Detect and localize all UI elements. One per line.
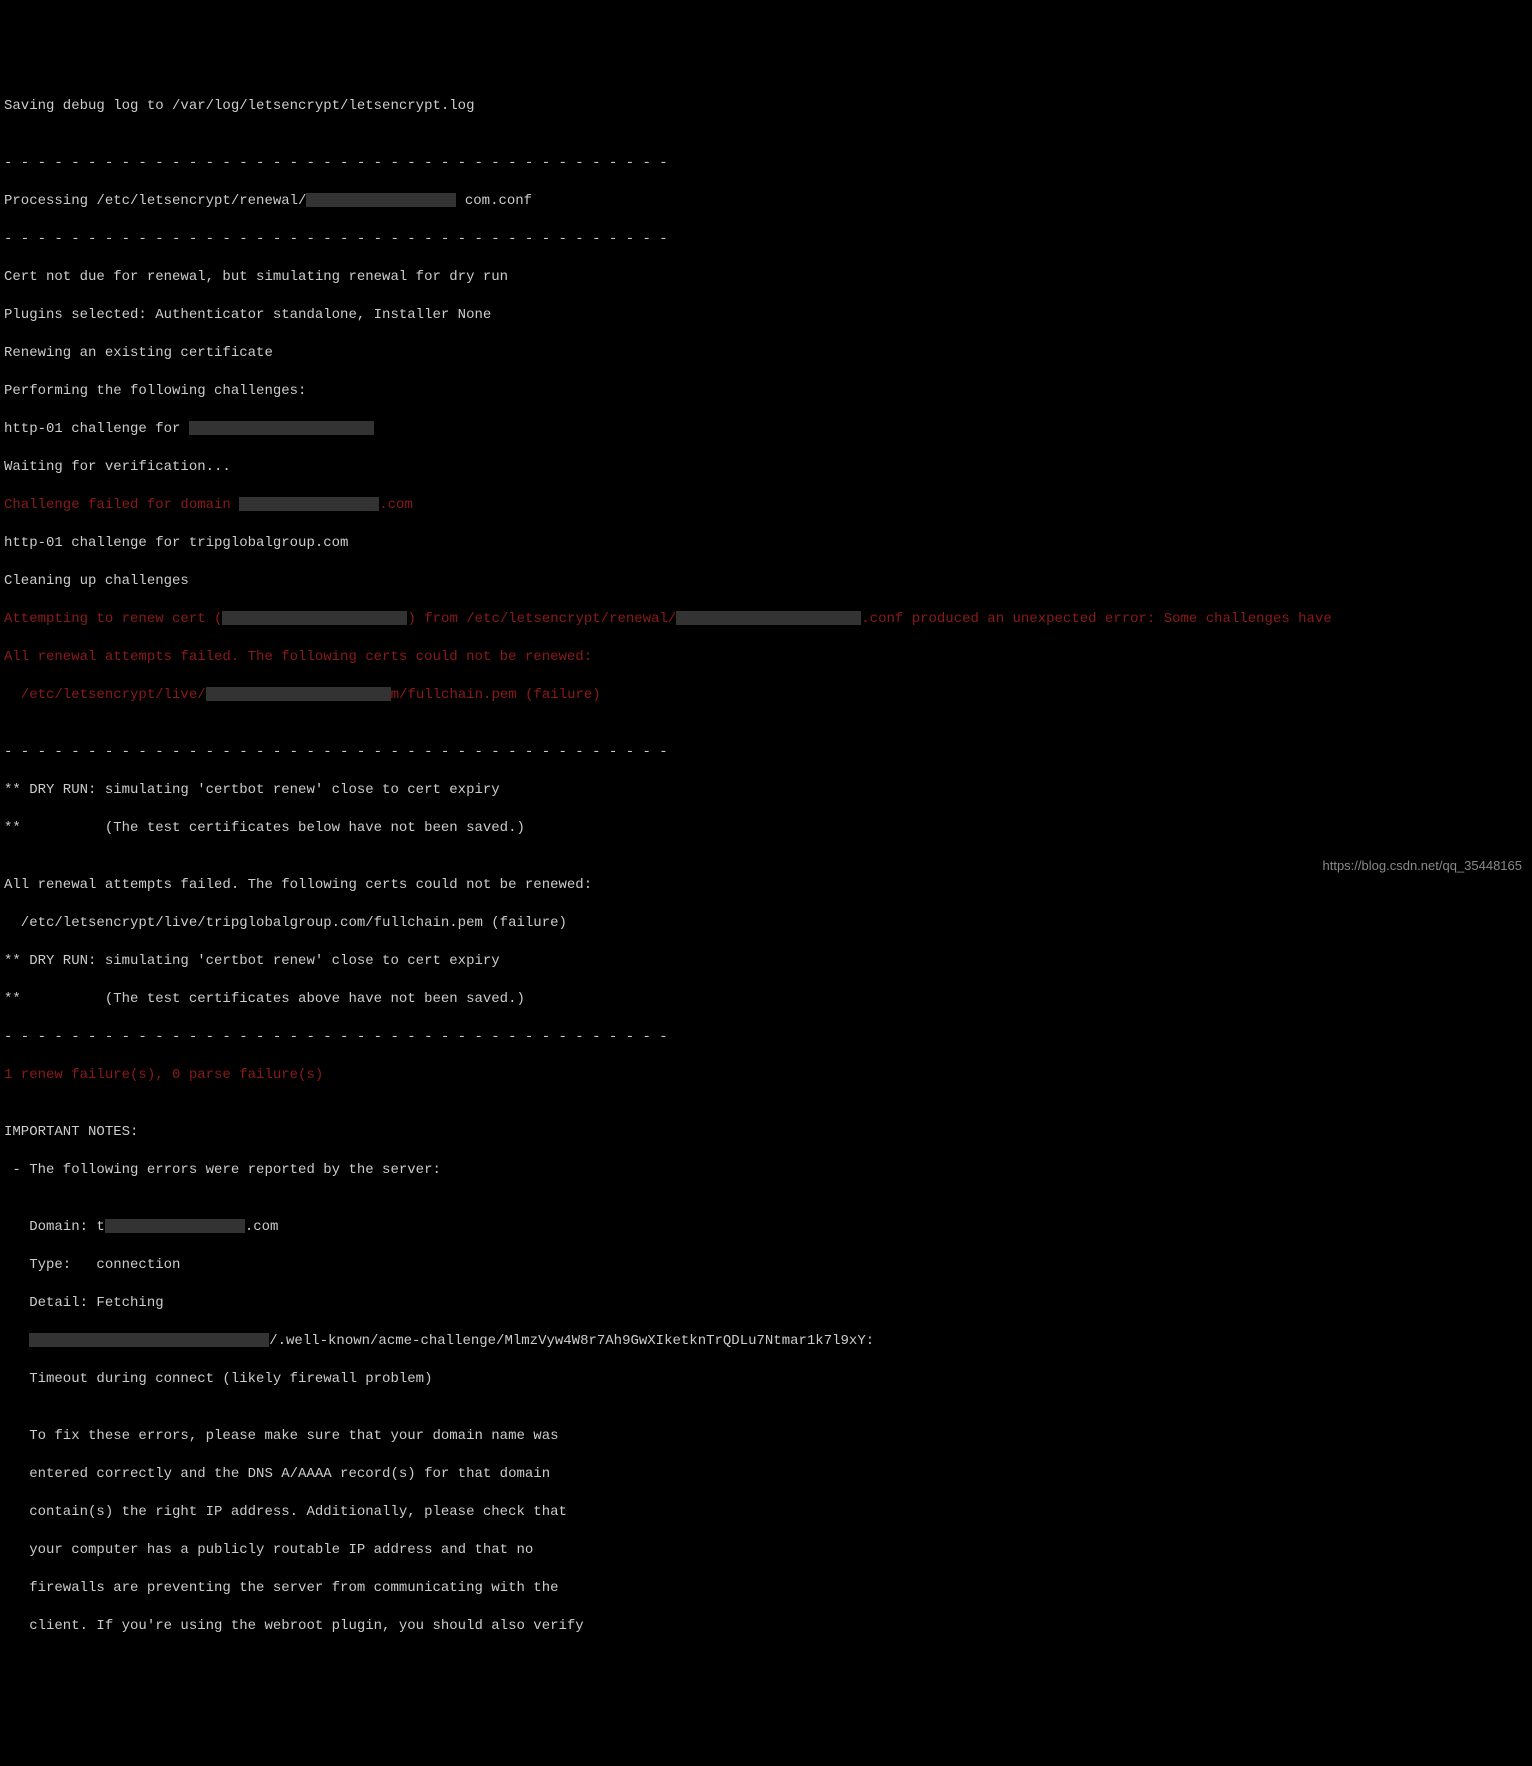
text-fragment: .com bbox=[379, 497, 413, 513]
redacted-url bbox=[29, 1333, 269, 1347]
redacted-domain bbox=[306, 193, 456, 207]
log-line: ** DRY RUN: simulating 'certbot renew' c… bbox=[4, 952, 1528, 971]
log-line: Renewing an existing certificate bbox=[4, 344, 1528, 363]
log-line: - The following errors were reported by … bbox=[4, 1161, 1528, 1180]
text-fragment: /.well-known/acme-challenge/MlmzVyw4W8r7… bbox=[269, 1333, 874, 1349]
error-line: All renewal attempts failed. The followi… bbox=[4, 648, 1528, 667]
text-fragment: ) from /etc/letsencrypt/renewal/ bbox=[407, 611, 676, 627]
text-fragment: Challenge failed for domain bbox=[4, 497, 239, 513]
log-line: /etc/letsencrypt/live/tripglobalgroup.co… bbox=[4, 914, 1528, 933]
log-line: Type: connection bbox=[4, 1256, 1528, 1275]
text-fragment: m/fullchain.pem (failure) bbox=[391, 687, 601, 703]
redacted-domain bbox=[105, 1219, 245, 1233]
log-line: entered correctly and the DNS A/AAAA rec… bbox=[4, 1465, 1528, 1484]
log-line: client. If you're using the webroot plug… bbox=[4, 1617, 1528, 1636]
log-line: Domain: t .com bbox=[4, 1218, 1528, 1237]
log-line: Plugins selected: Authenticator standalo… bbox=[4, 306, 1528, 325]
text-fragment: .com bbox=[245, 1219, 279, 1235]
log-line: http-01 challenge for bbox=[4, 420, 1528, 439]
text-fragment bbox=[4, 1333, 29, 1349]
redacted-domain bbox=[239, 497, 379, 511]
log-line: http-01 challenge for tripglobalgroup.co… bbox=[4, 534, 1528, 553]
log-line: ** DRY RUN: simulating 'certbot renew' c… bbox=[4, 781, 1528, 800]
log-line: All renewal attempts failed. The followi… bbox=[4, 876, 1528, 895]
log-line: ** (The test certificates below have not… bbox=[4, 819, 1528, 838]
divider-line: - - - - - - - - - - - - - - - - - - - - … bbox=[4, 1028, 1528, 1047]
log-line: Cert not due for renewal, but simulating… bbox=[4, 268, 1528, 287]
text-fragment: Attempting to renew cert ( bbox=[4, 611, 222, 627]
log-line: ** (The test certificates above have not… bbox=[4, 990, 1528, 1009]
redacted-domain bbox=[206, 687, 391, 701]
redacted-domain bbox=[189, 421, 374, 435]
log-line: Saving debug log to /var/log/letsencrypt… bbox=[4, 97, 1528, 116]
log-line: Cleaning up challenges bbox=[4, 572, 1528, 591]
log-line: your computer has a publicly routable IP… bbox=[4, 1541, 1528, 1560]
divider-line: - - - - - - - - - - - - - - - - - - - - … bbox=[4, 230, 1528, 249]
log-line: Timeout during connect (likely firewall … bbox=[4, 1370, 1528, 1389]
error-line: Attempting to renew cert ( ) from /etc/le… bbox=[4, 610, 1528, 629]
divider-line: - - - - - - - - - - - - - - - - - - - - … bbox=[4, 743, 1528, 762]
error-line: Challenge failed for domain .com bbox=[4, 496, 1528, 515]
log-line: Processing /etc/letsencrypt/renewal/ com… bbox=[4, 192, 1528, 211]
log-line: Waiting for verification... bbox=[4, 458, 1528, 477]
error-line: /etc/letsencrypt/live/m/fullchain.pem (f… bbox=[4, 686, 1528, 705]
error-line: 1 renew failure(s), 0 parse failure(s) bbox=[4, 1066, 1528, 1085]
text-fragment: com.conf bbox=[465, 193, 532, 209]
text-fragment: /etc/letsencrypt/live/ bbox=[4, 687, 206, 703]
divider-line: - - - - - - - - - - - - - - - - - - - - … bbox=[4, 154, 1528, 173]
log-line: Performing the following challenges: bbox=[4, 382, 1528, 401]
log-line: Detail: Fetching bbox=[4, 1294, 1528, 1313]
text-fragment: .conf produced an unexpected error: Some… bbox=[861, 611, 1331, 627]
text-fragment: Processing /etc/letsencrypt/renewal/ bbox=[4, 193, 306, 209]
log-line: contain(s) the right IP address. Additio… bbox=[4, 1503, 1528, 1522]
log-line: IMPORTANT NOTES: bbox=[4, 1123, 1528, 1142]
text-fragment: Domain: t bbox=[4, 1219, 105, 1235]
log-line: firewalls are preventing the server from… bbox=[4, 1579, 1528, 1598]
text-fragment: http-01 challenge for bbox=[4, 421, 189, 437]
watermark-text: https://blog.csdn.net/qq_35448165 bbox=[1323, 856, 1523, 875]
log-line: /.well-known/acme-challenge/MlmzVyw4W8r7… bbox=[4, 1332, 1528, 1351]
log-line: To fix these errors, please make sure th… bbox=[4, 1427, 1528, 1446]
redacted-domain bbox=[222, 611, 407, 625]
redacted-domain bbox=[676, 611, 861, 625]
terminal-output: Saving debug log to /var/log/letsencrypt… bbox=[4, 78, 1528, 1655]
